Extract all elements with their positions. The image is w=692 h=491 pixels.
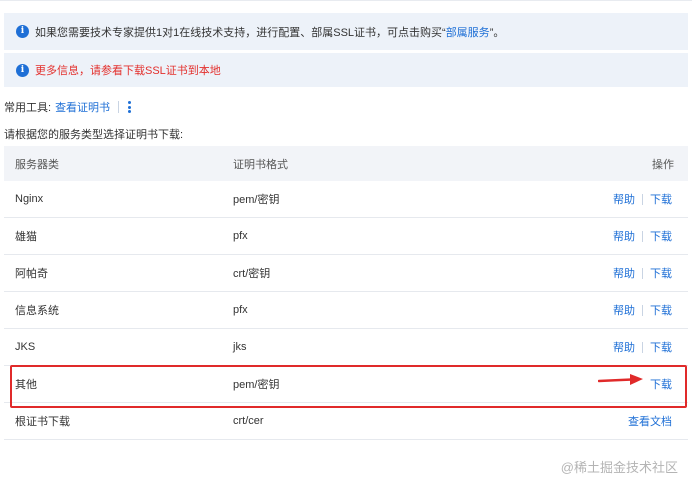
action-divider: [642, 230, 643, 242]
download-link[interactable]: 下载: [650, 376, 672, 392]
support-notice-suffix: ”。: [489, 26, 505, 39]
more-info-text: 更多信息，请参看下载SSL证书到本地: [35, 65, 221, 77]
action-divider: [642, 267, 643, 279]
table-header: 服务器类 证明书格式 操作: [4, 146, 688, 181]
header-cert-format: 证明书格式: [233, 158, 288, 171]
deploy-service-link[interactable]: 部属服务: [446, 27, 490, 39]
actions-cell: 下载: [650, 376, 672, 392]
view-docs-link[interactable]: 查看文档: [628, 413, 672, 429]
top-divider: [0, 0, 692, 1]
support-notice-prefix: 如果您需要技术专家提供1对1在线技术支持，进行配置、部属SSL证书，可点击购买“: [35, 26, 446, 39]
cert-download-table: 服务器类 证明书格式 操作 Nginx pem/密钥 帮助 下载 雄猫 pfx …: [4, 146, 688, 440]
actions-cell: 帮助 下载: [613, 339, 672, 355]
table-row: 信息系统 pfx 帮助 下载: [4, 292, 688, 329]
help-link[interactable]: 帮助: [613, 228, 635, 244]
actions-cell: 帮助 下载: [613, 265, 672, 281]
help-link[interactable]: 帮助: [613, 265, 635, 281]
actions-cell: 帮助 下载: [613, 191, 672, 207]
table-row: JKS jks 帮助 下载: [4, 329, 688, 366]
common-tools-label: 常用工具:: [4, 102, 52, 114]
common-tools-bar: 常用工具: 查看证明书: [4, 98, 132, 116]
action-divider: [642, 193, 643, 205]
table-row: 雄猫 pfx 帮助 下载: [4, 218, 688, 255]
cert-format-cell: pfx: [233, 304, 248, 316]
action-divider: [642, 341, 643, 353]
header-server-type: 服务器类: [15, 158, 59, 171]
table-row: 阿帕奇 crt/密钥 帮助 下载: [4, 255, 688, 292]
table-row: 根证书下载 crt/cer 查看文档: [4, 403, 688, 440]
server-type-cell: 信息系统: [15, 305, 59, 317]
download-link[interactable]: 下载: [650, 191, 672, 207]
server-type-cell: 其他: [15, 379, 37, 391]
watermark: @稀土掘金技术社区: [560, 460, 678, 475]
help-link[interactable]: 帮助: [613, 302, 635, 318]
tools-divider: [118, 101, 120, 113]
help-link[interactable]: 帮助: [613, 339, 635, 355]
download-link[interactable]: 下载: [650, 339, 672, 355]
download-link[interactable]: 下载: [650, 302, 672, 318]
info-icon: i: [16, 25, 29, 38]
table-row: 其他 pem/密钥 下载: [4, 366, 688, 403]
support-notice: i 如果您需要技术专家提供1对1在线技术支持，进行配置、部属SSL证书，可点击购…: [4, 13, 688, 50]
header-actions: 操作: [652, 158, 674, 171]
table-row: Nginx pem/密钥 帮助 下载: [4, 181, 688, 218]
download-link[interactable]: 下载: [650, 228, 672, 244]
view-certificate-link[interactable]: 查看证明书: [55, 99, 110, 115]
action-divider: [642, 304, 643, 316]
server-type-cell: 阿帕奇: [15, 268, 48, 280]
server-type-cell: 雄猫: [15, 231, 37, 243]
cert-format-cell: pem/密钥: [233, 379, 280, 391]
info-icon: i: [16, 63, 29, 77]
more-options-icon[interactable]: [128, 101, 132, 113]
cert-format-cell: jks: [233, 341, 247, 353]
download-link[interactable]: 下载: [650, 265, 672, 281]
server-type-cell: Nginx: [15, 193, 44, 205]
help-link[interactable]: 帮助: [613, 191, 635, 207]
cert-format-cell: crt/cer: [233, 415, 264, 427]
more-info-notice: i 更多信息，请参看下载SSL证书到本地: [4, 53, 688, 87]
actions-cell: 帮助 下载: [613, 302, 672, 318]
cert-format-cell: crt/密钥: [233, 268, 271, 280]
select-cert-hint: 请根据您的服务类型选择证明书下载:: [4, 129, 184, 141]
actions-cell: 帮助 下载: [613, 228, 672, 244]
server-type-cell: 根证书下载: [15, 416, 70, 428]
support-notice-text: 如果您需要技术专家提供1对1在线技术支持，进行配置、部属SSL证书，可点击购买“…: [35, 24, 504, 40]
server-type-cell: JKS: [15, 341, 36, 353]
cert-format-cell: pfx: [233, 230, 248, 242]
cert-format-cell: pem/密钥: [233, 194, 280, 206]
actions-cell: 查看文档: [628, 413, 672, 429]
